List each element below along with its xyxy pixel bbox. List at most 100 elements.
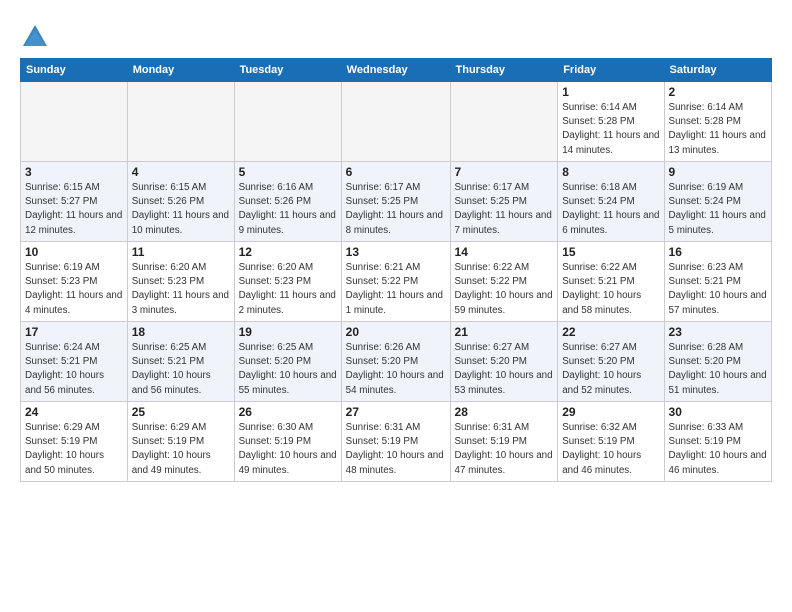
day-info: Sunrise: 6:24 AM Sunset: 5:21 PM Dayligh… — [25, 341, 123, 398]
day-number: 15 — [562, 245, 659, 259]
day-number: 29 — [562, 405, 659, 419]
day-number: 25 — [132, 405, 230, 419]
day-info: Sunrise: 6:20 AM Sunset: 5:23 PM Dayligh… — [239, 261, 337, 318]
day-info: Sunrise: 6:14 AM Sunset: 5:28 PM Dayligh… — [669, 101, 767, 158]
calendar-cell: 17 Sunrise: 6:24 AM Sunset: 5:21 PM Dayli… — [21, 322, 128, 402]
day-number: 2 — [669, 85, 767, 99]
day-info: Sunrise: 6:31 AM Sunset: 5:19 PM Dayligh… — [346, 421, 446, 478]
day-number: 26 — [239, 405, 337, 419]
weekday-header-wednesday: Wednesday — [341, 59, 450, 82]
calendar-table: SundayMondayTuesdayWednesdayThursdayFrid… — [20, 58, 772, 482]
day-info: Sunrise: 6:17 AM Sunset: 5:25 PM Dayligh… — [346, 181, 446, 238]
calendar-cell: 21Sunrise: 6:27 AM Sunset: 5:20 PM Dayli… — [450, 322, 558, 402]
day-number: 7 — [455, 165, 554, 179]
day-number: 14 — [455, 245, 554, 259]
calendar-cell: 4 Sunrise: 6:15 AM Sunset: 5:26 PM Daylig… — [127, 162, 234, 242]
day-info: Sunrise: 6:31 AM Sunset: 5:19 PM Dayligh… — [455, 421, 554, 478]
day-info: Sunrise: 6:15 AM Sunset: 5:27 PM Dayligh… — [25, 181, 123, 238]
day-info: Sunrise: 6:16 AM Sunset: 5:26 PM Dayligh… — [239, 181, 337, 238]
calendar-cell: 23 Sunrise: 6:28 AM Sunset: 5:20 PM Dayli… — [664, 322, 771, 402]
calendar-cell: 25Sunrise: 6:29 AM Sunset: 5:19 PM Dayli… — [127, 402, 234, 482]
day-number: 18 — [132, 325, 230, 339]
calendar-week-row: 17 Sunrise: 6:24 AM Sunset: 5:21 PM Dayli… — [21, 322, 772, 402]
day-number: 22 — [562, 325, 659, 339]
weekday-header-thursday: Thursday — [450, 59, 558, 82]
calendar-cell: 18 Sunrise: 6:25 AM Sunset: 5:21 PM Dayli… — [127, 322, 234, 402]
day-number: 6 — [346, 165, 446, 179]
calendar-cell: 6 Sunrise: 6:17 AM Sunset: 5:25 PM Daylig… — [341, 162, 450, 242]
header — [20, 18, 772, 52]
day-number: 3 — [25, 165, 123, 179]
day-info: Sunrise: 6:19 AM Sunset: 5:24 PM Dayligh… — [669, 181, 767, 238]
day-number: 5 — [239, 165, 337, 179]
calendar-header-row: SundayMondayTuesdayWednesdayThursdayFrid… — [21, 59, 772, 82]
calendar-cell: 15 Sunrise: 6:22 AM Sunset: 5:21 PM Dayli… — [558, 242, 664, 322]
day-number: 8 — [562, 165, 659, 179]
day-info: Sunrise: 6:25 AM Sunset: 5:20 PM Dayligh… — [239, 341, 337, 398]
calendar-cell: 8 Sunrise: 6:18 AM Sunset: 5:24 PM Daylig… — [558, 162, 664, 242]
logo — [20, 22, 54, 52]
calendar-cell: 28 Sunrise: 6:31 AM Sunset: 5:19 PM Dayli… — [450, 402, 558, 482]
day-number: 12 — [239, 245, 337, 259]
day-number: 27 — [346, 405, 446, 419]
logo-icon — [20, 22, 50, 52]
calendar-week-row: 24Sunrise: 6:29 AM Sunset: 5:19 PM Dayli… — [21, 402, 772, 482]
calendar-week-row: 10 Sunrise: 6:19 AM Sunset: 5:23 PM Dayli… — [21, 242, 772, 322]
calendar-cell: 3 Sunrise: 6:15 AM Sunset: 5:27 PM Daylig… — [21, 162, 128, 242]
calendar-cell: 19 Sunrise: 6:25 AM Sunset: 5:20 PM Dayli… — [234, 322, 341, 402]
calendar-week-row: 1 Sunrise: 6:14 AM Sunset: 5:28 PM Daylig… — [21, 82, 772, 162]
calendar-cell — [450, 82, 558, 162]
weekday-header-sunday: Sunday — [21, 59, 128, 82]
weekday-header-tuesday: Tuesday — [234, 59, 341, 82]
day-info: Sunrise: 6:17 AM Sunset: 5:25 PM Dayligh… — [455, 181, 554, 238]
calendar-cell: 10 Sunrise: 6:19 AM Sunset: 5:23 PM Dayli… — [21, 242, 128, 322]
calendar-cell — [21, 82, 128, 162]
day-number: 19 — [239, 325, 337, 339]
calendar-cell: 2 Sunrise: 6:14 AM Sunset: 5:28 PM Daylig… — [664, 82, 771, 162]
day-info: Sunrise: 6:28 AM Sunset: 5:20 PM Dayligh… — [669, 341, 767, 398]
day-info: Sunrise: 6:21 AM Sunset: 5:22 PM Dayligh… — [346, 261, 446, 318]
calendar-cell — [341, 82, 450, 162]
day-info: Sunrise: 6:26 AM Sunset: 5:20 PM Dayligh… — [346, 341, 446, 398]
calendar-cell: 24Sunrise: 6:29 AM Sunset: 5:19 PM Dayli… — [21, 402, 128, 482]
day-number: 28 — [455, 405, 554, 419]
calendar-cell: 13 Sunrise: 6:21 AM Sunset: 5:22 PM Dayli… — [341, 242, 450, 322]
day-info: Sunrise: 6:18 AM Sunset: 5:24 PM Dayligh… — [562, 181, 659, 238]
calendar-cell: 30Sunrise: 6:33 AM Sunset: 5:19 PM Dayli… — [664, 402, 771, 482]
weekday-header-monday: Monday — [127, 59, 234, 82]
day-number: 11 — [132, 245, 230, 259]
day-number: 17 — [25, 325, 123, 339]
day-number: 9 — [669, 165, 767, 179]
day-info: Sunrise: 6:19 AM Sunset: 5:23 PM Dayligh… — [25, 261, 123, 318]
calendar-cell — [234, 82, 341, 162]
calendar-cell: 12 Sunrise: 6:20 AM Sunset: 5:23 PM Dayli… — [234, 242, 341, 322]
calendar-cell: 9 Sunrise: 6:19 AM Sunset: 5:24 PM Daylig… — [664, 162, 771, 242]
calendar-cell: 27 Sunrise: 6:31 AM Sunset: 5:19 PM Dayli… — [341, 402, 450, 482]
calendar-cell: 16Sunrise: 6:23 AM Sunset: 5:21 PM Dayli… — [664, 242, 771, 322]
day-info: Sunrise: 6:20 AM Sunset: 5:23 PM Dayligh… — [132, 261, 230, 318]
calendar-cell: 1 Sunrise: 6:14 AM Sunset: 5:28 PM Daylig… — [558, 82, 664, 162]
day-number: 4 — [132, 165, 230, 179]
calendar-cell: 26Sunrise: 6:30 AM Sunset: 5:19 PM Dayli… — [234, 402, 341, 482]
day-info: Sunrise: 6:15 AM Sunset: 5:26 PM Dayligh… — [132, 181, 230, 238]
day-info: Sunrise: 6:27 AM Sunset: 5:20 PM Dayligh… — [562, 341, 659, 398]
calendar-cell: 7 Sunrise: 6:17 AM Sunset: 5:25 PM Daylig… — [450, 162, 558, 242]
day-info: Sunrise: 6:22 AM Sunset: 5:22 PM Dayligh… — [455, 261, 554, 318]
day-info: Sunrise: 6:14 AM Sunset: 5:28 PM Dayligh… — [562, 101, 659, 158]
day-info: Sunrise: 6:32 AM Sunset: 5:19 PM Dayligh… — [562, 421, 659, 478]
calendar-cell: 22 Sunrise: 6:27 AM Sunset: 5:20 PM Dayli… — [558, 322, 664, 402]
weekday-header-saturday: Saturday — [664, 59, 771, 82]
calendar-week-row: 3 Sunrise: 6:15 AM Sunset: 5:27 PM Daylig… — [21, 162, 772, 242]
day-info: Sunrise: 6:33 AM Sunset: 5:19 PM Dayligh… — [669, 421, 767, 478]
day-number: 21 — [455, 325, 554, 339]
calendar-cell: 29 Sunrise: 6:32 AM Sunset: 5:19 PM Dayli… — [558, 402, 664, 482]
day-number: 10 — [25, 245, 123, 259]
day-number: 13 — [346, 245, 446, 259]
day-number: 1 — [562, 85, 659, 99]
day-number: 23 — [669, 325, 767, 339]
calendar-cell: 14 Sunrise: 6:22 AM Sunset: 5:22 PM Dayli… — [450, 242, 558, 322]
day-number: 20 — [346, 325, 446, 339]
day-info: Sunrise: 6:22 AM Sunset: 5:21 PM Dayligh… — [562, 261, 659, 318]
day-number: 16 — [669, 245, 767, 259]
day-info: Sunrise: 6:25 AM Sunset: 5:21 PM Dayligh… — [132, 341, 230, 398]
